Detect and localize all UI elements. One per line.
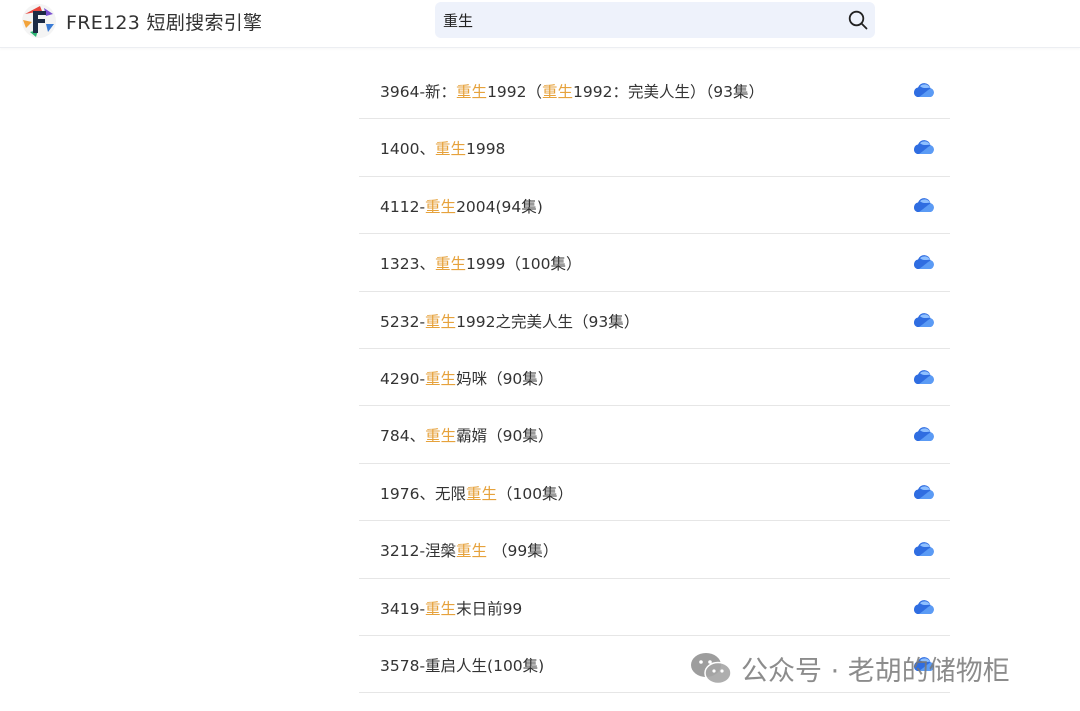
- top-bar: FRE123 短剧搜索引擎: [0, 0, 1080, 48]
- title-text: 2004(94集): [456, 197, 543, 216]
- app-logo-icon[interactable]: [20, 2, 58, 40]
- result-row[interactable]: 4112-重生2004(94集): [359, 177, 950, 235]
- result-row[interactable]: 5232-重生1992之完美人生（93集）: [359, 292, 950, 349]
- results-list: 3964-新：重生1992（重生1992：完美人生）（93集） 1400、重生19…: [359, 62, 950, 694]
- cloud-icon[interactable]: [911, 539, 935, 558]
- keyword-highlight: 重生: [434, 140, 466, 159]
- title-text: 5232-: [380, 312, 426, 331]
- title-text: 1400、: [380, 140, 435, 159]
- title-text: 4112-: [380, 197, 426, 216]
- keyword-highlight: 重生: [434, 255, 466, 274]
- keyword-highlight: 重生: [425, 197, 457, 216]
- title-text: 784、: [380, 427, 426, 446]
- keyword-highlight: 重生: [456, 542, 488, 561]
- title-text: （99集）: [487, 542, 559, 561]
- result-title[interactable]: 3419-重生末日前99: [380, 597, 522, 619]
- result-row[interactable]: 3212-涅槃重生 （99集）: [359, 521, 950, 579]
- result-title[interactable]: 1400、重生1998: [380, 137, 505, 159]
- result-title[interactable]: 4112-重生2004(94集): [380, 195, 543, 217]
- title-text: 3212-涅槃: [380, 542, 457, 561]
- brand-title: FRE123 短剧搜索引擎: [66, 12, 263, 34]
- title-text: 1323、: [380, 255, 435, 274]
- cloud-icon[interactable]: [911, 195, 935, 214]
- search-icon[interactable]: [847, 9, 869, 31]
- result-row[interactable]: 1323、重生1999（100集）: [359, 234, 950, 292]
- title-text: 1992（: [487, 83, 543, 101]
- result-title[interactable]: 1323、重生1999（100集）: [380, 252, 582, 274]
- keyword-highlight: 重生: [425, 599, 457, 618]
- keyword-highlight: 重生: [542, 83, 574, 101]
- search-bar[interactable]: [435, 2, 875, 38]
- result-title[interactable]: 3578-重启人生(100集): [380, 654, 544, 676]
- cloud-icon[interactable]: [911, 367, 935, 386]
- result-title[interactable]: 3964-新：重生1992（重生1992：完美人生）（93集）: [380, 80, 764, 102]
- result-row[interactable]: 3964-新：重生1992（重生1992：完美人生）（93集）: [359, 62, 950, 120]
- title-text: 1976、无限: [380, 484, 466, 503]
- result-row[interactable]: 784、重生霸婿（90集）: [359, 406, 950, 464]
- cloud-icon[interactable]: [911, 482, 935, 501]
- result-title[interactable]: 4290-重生妈咪（90集）: [380, 367, 553, 389]
- cloud-icon[interactable]: [911, 137, 935, 156]
- title-text: 末日前99: [456, 599, 523, 618]
- title-text: 3964-新：: [380, 83, 457, 101]
- result-row[interactable]: 3578-重启人生(100集): [359, 636, 950, 694]
- result-title[interactable]: 1976、无限重生（100集）: [380, 482, 573, 504]
- title-text: 4290-: [380, 369, 426, 388]
- result-title[interactable]: 5232-重生1992之完美人生（93集）: [380, 310, 639, 332]
- title-text: 1992之完美人生（93集）: [456, 312, 640, 331]
- title-text: 3578-重启人生(100集): [380, 656, 545, 675]
- result-row[interactable]: 4290-重生妈咪（90集）: [359, 349, 950, 407]
- result-title[interactable]: 3212-涅槃重生 （99集）: [380, 539, 558, 561]
- title-text: 妈咪（90集）: [456, 369, 554, 388]
- cloud-icon[interactable]: [911, 424, 935, 443]
- title-text: （100集）: [496, 484, 574, 503]
- cloud-icon[interactable]: [911, 252, 935, 271]
- cloud-icon[interactable]: [911, 654, 935, 673]
- keyword-highlight: 重生: [465, 484, 497, 503]
- title-text: 3419-: [380, 599, 426, 618]
- keyword-highlight: 重生: [425, 369, 457, 388]
- title-text: 霸婿（90集）: [456, 427, 554, 446]
- keyword-highlight: 重生: [456, 83, 488, 101]
- title-text: 1999（100集）: [465, 255, 582, 274]
- search-input[interactable]: [443, 8, 823, 32]
- cloud-icon[interactable]: [911, 597, 935, 616]
- keyword-highlight: 重生: [425, 427, 457, 446]
- result-row[interactable]: 1976、无限重生（100集）: [359, 464, 950, 522]
- keyword-highlight: 重生: [425, 312, 457, 331]
- cloud-icon[interactable]: [911, 80, 935, 99]
- title-text: 1992：完美人生）（93集）: [573, 83, 764, 101]
- result-title[interactable]: 784、重生霸婿（90集）: [380, 424, 553, 446]
- result-row[interactable]: 3419-重生末日前99: [359, 579, 950, 636]
- title-text: 1998: [465, 140, 506, 159]
- cloud-icon[interactable]: [911, 310, 935, 329]
- result-row[interactable]: 1400、重生1998: [359, 119, 950, 177]
